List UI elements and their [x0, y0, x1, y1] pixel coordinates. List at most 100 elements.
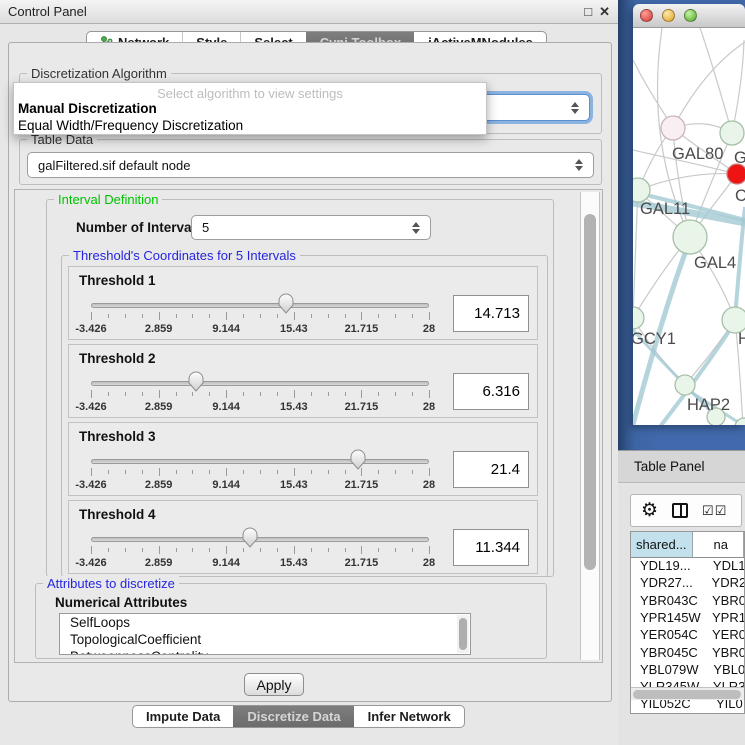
- tick-label: 15.43: [280, 401, 308, 413]
- threshold-label: Threshold 3: [79, 429, 156, 444]
- tick-label: 28: [423, 557, 435, 569]
- attributes-group: Attributes to discretize Numerical Attri…: [35, 583, 547, 659]
- slider-track[interactable]: [91, 459, 429, 464]
- cell-shared-name: YDL19...: [631, 558, 707, 575]
- network-window-titlebar: [633, 4, 745, 28]
- table-data-section: Table Data galFiltered.sif default node: [19, 139, 602, 185]
- thresholds-group-title: Threshold's Coordinates for 5 Intervals: [69, 248, 300, 263]
- tab-infer-network[interactable]: Infer Network: [354, 706, 464, 727]
- network-edge[interactable]: [633, 190, 638, 318]
- column-header-na[interactable]: na: [693, 532, 744, 557]
- threshold-value-field[interactable]: 21.4: [453, 451, 529, 488]
- column-header-shared-[interactable]: shared...: [631, 532, 693, 557]
- threshold-slider[interactable]: -3.4262.8599.14415.4321.71528: [91, 527, 429, 573]
- close-icon[interactable]: ✕: [599, 5, 610, 18]
- slider-track[interactable]: [91, 303, 429, 308]
- interval-definition-group: Interval Definition Number of Intervals …: [46, 199, 554, 577]
- table-row[interactable]: YPR145WYPR1: [631, 610, 744, 627]
- network-edge[interactable]: [638, 174, 737, 190]
- node-label: GAL4: [694, 254, 736, 272]
- gear-icon[interactable]: ⚙: [641, 501, 658, 520]
- split-panel-icon[interactable]: [672, 503, 688, 518]
- cell-name: YBL0: [707, 662, 744, 679]
- threshold-panel-4: Threshold 4-3.4262.8599.14415.4321.71528…: [68, 500, 538, 574]
- attribute-list-item[interactable]: TopologicalCoefficient: [60, 631, 470, 648]
- apply-button[interactable]: Apply: [244, 673, 304, 696]
- vertical-scrollbar[interactable]: [580, 192, 600, 660]
- network-node-gal80[interactable]: [661, 116, 685, 140]
- slider-track[interactable]: [91, 381, 429, 386]
- table-row[interactable]: YBR043CYBR0: [631, 593, 744, 610]
- network-edge[interactable]: [700, 28, 732, 133]
- checkbox-icon[interactable]: ☑: [715, 503, 728, 518]
- tick-label: 9.144: [212, 323, 240, 335]
- tab-impute-data[interactable]: Impute Data: [133, 706, 233, 727]
- tick-label: 9.144: [212, 557, 240, 569]
- table-row[interactable]: YER054CYER0: [631, 627, 744, 644]
- tick-label: 21.715: [345, 479, 379, 491]
- cell-name: YPR1: [706, 610, 744, 627]
- table-toolbar: ⚙ ☑☑: [630, 494, 742, 527]
- cell-name: YBR0: [706, 593, 744, 610]
- node-label: HAP2: [687, 396, 730, 414]
- algorithm-option-manual-discretization[interactable]: Manual Discretization: [14, 100, 486, 117]
- number-of-intervals-combobox[interactable]: 5: [191, 215, 431, 240]
- network-canvas[interactable]: GAL80GACGAL11GAL4GCY1HHAP2: [633, 28, 745, 425]
- list-scrollbar[interactable]: [457, 615, 469, 653]
- network-node[interactable]: [735, 418, 745, 425]
- checkbox-icon[interactable]: ☑: [702, 503, 715, 518]
- float-window-icon[interactable]: □: [584, 5, 592, 18]
- numerical-attributes-list[interactable]: SelfLoopsTopologicalCoefficientBetweenne…: [59, 613, 471, 655]
- table-row[interactable]: YBL079WYBL0: [631, 662, 744, 679]
- table-row[interactable]: YDL19...YDL1: [631, 558, 744, 575]
- tab-discretize-data[interactable]: Discretize Data: [233, 706, 353, 727]
- cell-shared-name: YPR145W: [631, 610, 706, 627]
- horizontal-scrollbar[interactable]: [631, 687, 744, 700]
- tick-label: 2.859: [145, 401, 173, 413]
- combo-arrows-icon: [575, 159, 583, 171]
- tick-label: 21.715: [345, 557, 379, 569]
- threshold-value-field[interactable]: 11.344: [453, 529, 529, 566]
- zoom-traffic-light-icon[interactable]: [684, 9, 697, 22]
- node-label: H: [738, 330, 745, 348]
- cell-name: YDL1: [707, 558, 744, 575]
- threshold-slider[interactable]: -3.4262.8599.14415.4321.71528: [91, 293, 429, 339]
- network-node-c[interactable]: [727, 164, 745, 184]
- table-data-combobox[interactable]: galFiltered.sif default node: [27, 152, 594, 178]
- table-row[interactable]: YDR27...YDR2: [631, 575, 744, 592]
- tick-label: 15.43: [280, 323, 308, 335]
- slider-thumb[interactable]: [188, 371, 204, 392]
- close-traffic-light-icon[interactable]: [640, 9, 653, 22]
- table-row[interactable]: YBR045CYBR0: [631, 645, 744, 662]
- tick-label: 21.715: [345, 323, 379, 335]
- network-edge[interactable]: [732, 40, 744, 133]
- threshold-value-field[interactable]: 6.316: [453, 373, 529, 410]
- threshold-slider[interactable]: -3.4262.8599.14415.4321.71528: [91, 371, 429, 417]
- slider-thumb[interactable]: [278, 293, 294, 314]
- network-node-gcy1[interactable]: [633, 307, 644, 329]
- table-data-value: galFiltered.sif default node: [38, 158, 190, 173]
- network-node-gal11[interactable]: [633, 178, 650, 202]
- node-label: GAL11: [640, 200, 690, 218]
- tick-label: 15.43: [280, 479, 308, 491]
- minimize-traffic-light-icon[interactable]: [662, 9, 675, 22]
- network-node-gal4[interactable]: [673, 220, 707, 254]
- tick-label: -3.426: [75, 557, 106, 569]
- cell-shared-name: YDR27...: [631, 575, 706, 592]
- table-panel: ⚙ ☑☑ shared...na YDL19...YDL1YDR27...YDR…: [618, 484, 745, 745]
- attribute-list-item[interactable]: BetweennessCentrality: [60, 648, 470, 655]
- node-label: GCY1: [633, 330, 676, 348]
- threshold-slider[interactable]: -3.4262.8599.14415.4321.71528: [91, 449, 429, 495]
- tick-label: 9.144: [212, 401, 240, 413]
- slider-thumb[interactable]: [242, 527, 258, 548]
- slider-thumb[interactable]: [350, 449, 366, 470]
- slider-track[interactable]: [91, 537, 429, 542]
- threshold-value-field[interactable]: 14.713: [453, 295, 529, 332]
- network-node-ga[interactable]: [720, 121, 744, 145]
- cell-name: YDR2: [706, 575, 744, 592]
- network-window: GAL80GACGAL11GAL4GCY1HHAP2: [633, 4, 745, 425]
- network-node-hap2[interactable]: [675, 375, 695, 395]
- tick-label: 28: [423, 323, 435, 335]
- algorithm-option-equal-width-frequency-discretization[interactable]: Equal Width/Frequency Discretization: [14, 117, 486, 134]
- attribute-list-item[interactable]: SelfLoops: [60, 614, 470, 631]
